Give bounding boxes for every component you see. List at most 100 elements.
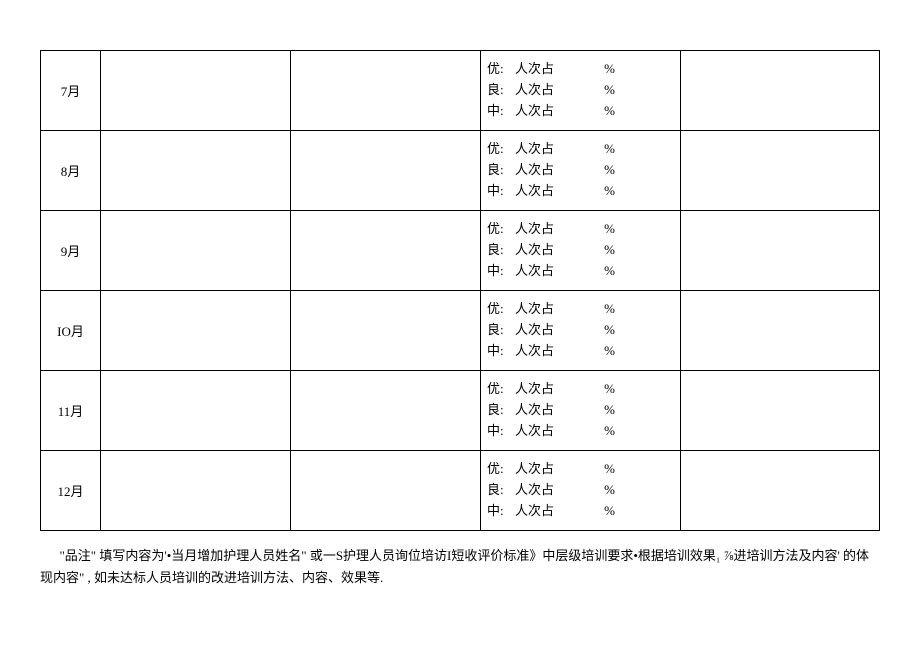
rating-metric: 人次占 (515, 341, 585, 362)
month-cell: 12月 (41, 451, 101, 531)
blank-cell (101, 51, 291, 131)
blank-cell (291, 291, 481, 371)
blank-cell (101, 371, 291, 451)
rating-label: 中: (487, 261, 515, 282)
rating-metric: 人次占 (515, 320, 585, 341)
rating-label: 良: (487, 480, 515, 501)
rating-pct: % (585, 219, 615, 240)
rating-metric: 人次占 (515, 261, 585, 282)
rating-label: 良: (487, 240, 515, 261)
rating-pct: % (585, 261, 615, 282)
month-cell: IO月 (41, 291, 101, 371)
rating-line-优: 优: 人次占 % (487, 139, 674, 160)
rating-line-良: 良: 人次占 % (487, 480, 674, 501)
rating-metric: 人次占 (515, 139, 585, 160)
rating-line-良: 良: 人次占 % (487, 240, 674, 261)
rating-line-优: 优: 人次占 % (487, 219, 674, 240)
rating-label: 中: (487, 101, 515, 122)
rating-label: 优: (487, 299, 515, 320)
blank-cell (681, 451, 880, 531)
rating-line-优: 优: 人次占 % (487, 459, 674, 480)
rating-label: 优: (487, 379, 515, 400)
footnote-paragraph: "品注" 填写内容为'•当月增加护理人员姓名" 或一S护理人员询位培访I短收评价… (0, 531, 920, 589)
rating-line-中: 中: 人次占 % (487, 101, 674, 122)
rating-line-良: 良: 人次占 % (487, 80, 674, 101)
rating-cell: 优: 人次占 % 良: 人次占 % 中: 人次占 % (481, 211, 681, 291)
blank-cell (681, 291, 880, 371)
rating-line-中: 中: 人次占 % (487, 501, 674, 522)
rating-pct: % (585, 59, 615, 80)
rating-metric: 人次占 (515, 421, 585, 442)
rating-label: 优: (487, 459, 515, 480)
blank-cell (291, 51, 481, 131)
blank-cell (101, 131, 291, 211)
rating-label: 优: (487, 139, 515, 160)
rating-label: 良: (487, 80, 515, 101)
rating-pct: % (585, 421, 615, 442)
rating-line-优: 优: 人次占 % (487, 299, 674, 320)
rating-label: 优: (487, 59, 515, 80)
rating-metric: 人次占 (515, 160, 585, 181)
rating-line-中: 中: 人次占 % (487, 421, 674, 442)
rating-metric: 人次占 (515, 459, 585, 480)
table-row: IO月 优: 人次占 % 良: 人次占 % 中: (41, 291, 880, 371)
rating-label: 良: (487, 320, 515, 341)
rating-line-良: 良: 人次占 % (487, 160, 674, 181)
table-row: 8月 优: 人次占 % 良: 人次占 % 中: (41, 131, 880, 211)
month-cell: 9月 (41, 211, 101, 291)
rating-cell: 优: 人次占 % 良: 人次占 % 中: 人次占 % (481, 371, 681, 451)
rating-pct: % (585, 160, 615, 181)
month-cell: 11月 (41, 371, 101, 451)
rating-line-优: 优: 人次占 % (487, 59, 674, 80)
month-cell: 8月 (41, 131, 101, 211)
rating-label: 良: (487, 400, 515, 421)
rating-pct: % (585, 341, 615, 362)
rating-line-良: 良: 人次占 % (487, 320, 674, 341)
rating-label: 良: (487, 160, 515, 181)
month-cell: 7月 (41, 51, 101, 131)
rating-metric: 人次占 (515, 80, 585, 101)
blank-cell (101, 291, 291, 371)
rating-cell: 优: 人次占 % 良: 人次占 % 中: 人次占 % (481, 51, 681, 131)
rating-label: 优: (487, 219, 515, 240)
rating-pct: % (585, 240, 615, 261)
rating-line-中: 中: 人次占 % (487, 181, 674, 202)
rating-metric: 人次占 (515, 299, 585, 320)
rating-metric: 人次占 (515, 101, 585, 122)
blank-cell (681, 51, 880, 131)
rating-metric: 人次占 (515, 400, 585, 421)
rating-metric: 人次占 (515, 59, 585, 80)
month-label: 11月 (58, 404, 84, 419)
rating-pct: % (585, 320, 615, 341)
rating-pct: % (585, 480, 615, 501)
rating-pct: % (585, 459, 615, 480)
blank-cell (681, 211, 880, 291)
blank-cell (291, 371, 481, 451)
month-label: 8月 (61, 164, 81, 179)
table-row: 9月 优: 人次占 % 良: 人次占 % 中: (41, 211, 880, 291)
month-label: 7月 (61, 84, 81, 99)
rating-line-优: 优: 人次占 % (487, 379, 674, 400)
rating-metric: 人次占 (515, 501, 585, 522)
rating-line-良: 良: 人次占 % (487, 400, 674, 421)
rating-pct: % (585, 181, 615, 202)
rating-cell: 优: 人次占 % 良: 人次占 % 中: 人次占 % (481, 131, 681, 211)
rating-label: 中: (487, 341, 515, 362)
month-label: IO月 (57, 324, 84, 339)
rating-line-中: 中: 人次占 % (487, 261, 674, 282)
blank-cell (681, 131, 880, 211)
blank-cell (681, 371, 880, 451)
table-row: 7月 优: 人次占 % 良: 人次占 % 中: (41, 51, 880, 131)
blank-cell (101, 451, 291, 531)
blank-cell (291, 211, 481, 291)
table-row: 12月 优: 人次占 % 良: 人次占 % 中: (41, 451, 880, 531)
rating-label: 中: (487, 421, 515, 442)
rating-label: 中: (487, 501, 515, 522)
rating-cell: 优: 人次占 % 良: 人次占 % 中: 人次占 % (481, 451, 681, 531)
rating-metric: 人次占 (515, 379, 585, 400)
rating-pct: % (585, 139, 615, 160)
rating-metric: 人次占 (515, 181, 585, 202)
rating-pct: % (585, 501, 615, 522)
rating-pct: % (585, 400, 615, 421)
rating-pct: % (585, 80, 615, 101)
